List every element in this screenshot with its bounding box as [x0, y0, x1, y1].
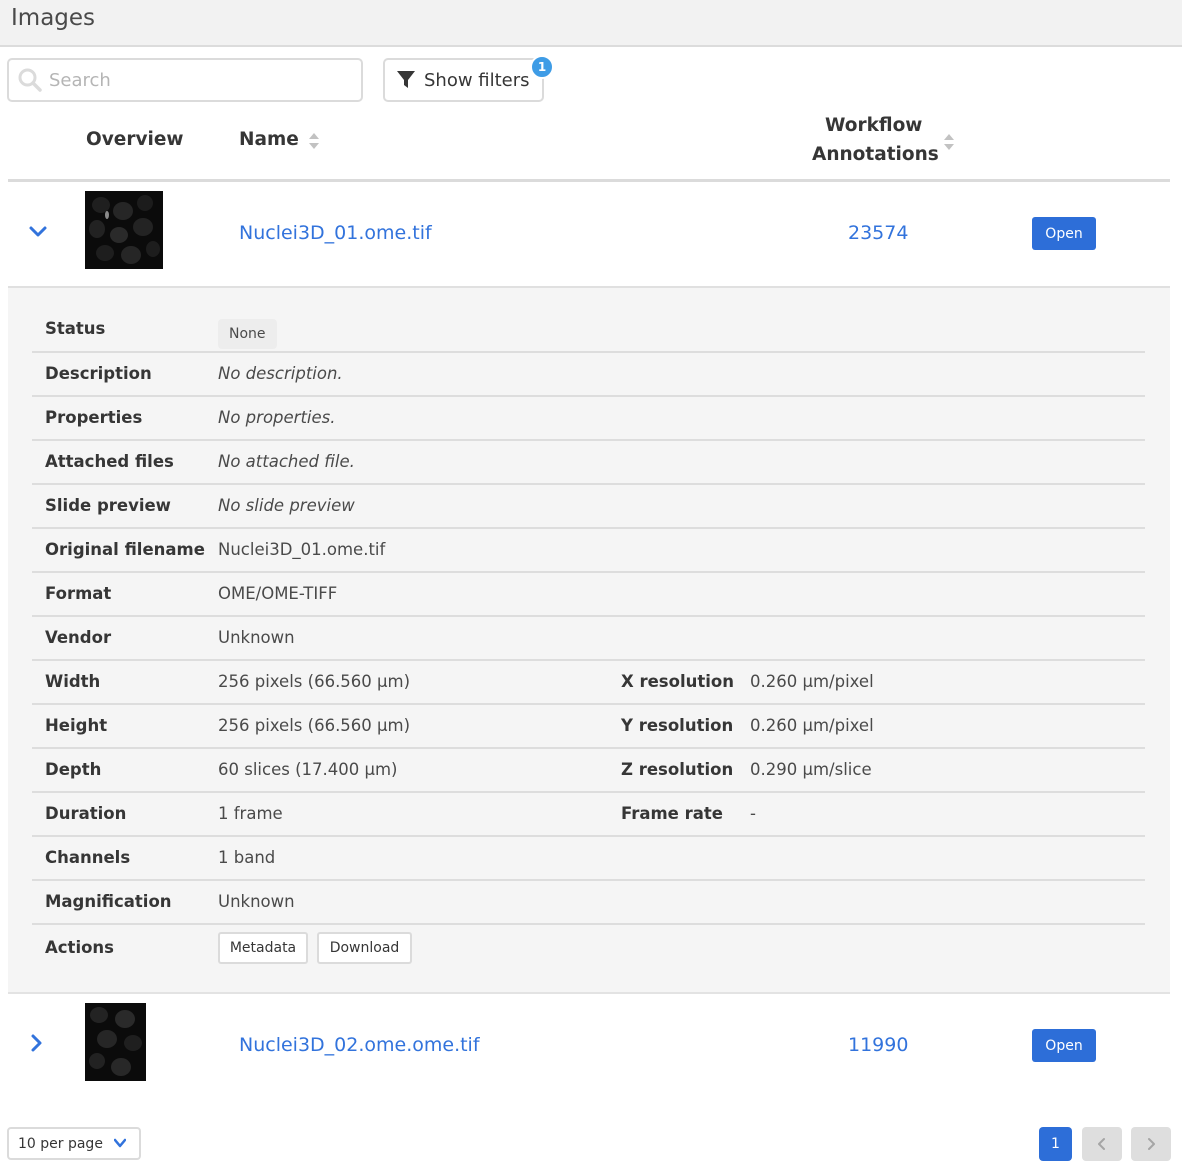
detail-label: Height — [45, 716, 108, 735]
image-name-link[interactable]: Nuclei3D_01.ome.tif — [239, 222, 432, 244]
detail-value: No slide preview — [218, 496, 355, 515]
filter-count-badge: 1 — [530, 55, 554, 79]
detail-label: Channels — [45, 848, 131, 867]
detail-value: 0.260 µm/pixel — [750, 716, 874, 735]
detail-value: - — [750, 804, 756, 823]
detail-label: Status — [45, 319, 106, 338]
detail-row-height: Height 256 pixels (66.560 µm) Y resoluti… — [32, 705, 1145, 749]
filter-icon — [397, 71, 415, 88]
search-input[interactable] — [49, 64, 349, 96]
detail-row-actions: Actions Metadata Download — [32, 925, 1145, 975]
detail-value: 256 pixels (66.560 µm) — [218, 716, 411, 735]
detail-value: Unknown — [218, 892, 295, 911]
annotations-count-link[interactable]: 23574 — [848, 222, 908, 244]
detail-label: Width — [45, 672, 101, 691]
table-header-divider — [8, 179, 1170, 182]
detail-label: Slide preview — [45, 496, 171, 515]
detail-label: Actions — [45, 938, 114, 957]
detail-label: Description — [45, 364, 152, 383]
detail-label: Magnification — [45, 892, 172, 911]
detail-row-attached-files: Attached files No attached file. — [32, 441, 1145, 485]
chevron-right-icon — [1148, 1138, 1155, 1150]
detail-label: Z resolution — [621, 760, 734, 779]
open-button[interactable]: Open — [1032, 1029, 1096, 1062]
detail-value: 1 frame — [218, 804, 283, 823]
detail-label: Frame rate — [621, 804, 723, 823]
annotations-count-link[interactable]: 11990 — [848, 1034, 908, 1056]
detail-row-description: Description No description. — [32, 353, 1145, 397]
chevron-down-icon[interactable] — [28, 222, 48, 242]
search-icon — [18, 68, 42, 92]
detail-label: Attached files — [45, 452, 174, 471]
detail-row-magnification: Magnification Unknown — [32, 881, 1145, 925]
column-header-annotations[interactable]: Annotations — [812, 144, 939, 165]
thumbnail-preview — [85, 191, 163, 269]
detail-row-depth: Depth 60 slices (17.400 µm) Z resolution… — [32, 749, 1145, 793]
detail-value: 60 slices (17.400 µm) — [218, 760, 398, 779]
image-thumbnail[interactable] — [85, 1003, 146, 1081]
detail-row-duration: Duration 1 frame Frame rate - — [32, 793, 1145, 837]
detail-row-status: Status None — [32, 308, 1145, 353]
show-filters-button[interactable]: Show filters 1 — [383, 55, 554, 102]
detail-label: Depth — [45, 760, 102, 779]
column-header-name[interactable]: Name — [239, 129, 299, 150]
column-header-workflow[interactable]: Workflow — [825, 115, 922, 136]
detail-label: Duration — [45, 804, 127, 823]
next-page-button[interactable] — [1131, 1127, 1171, 1161]
detail-value: OME/OME-TIFF — [218, 584, 338, 603]
detail-label: Properties — [45, 408, 143, 427]
detail-row-properties: Properties No properties. — [32, 397, 1145, 441]
detail-value: No description. — [218, 364, 343, 383]
image-details-panel: Status None Description No description. … — [8, 286, 1170, 994]
detail-value: 256 pixels (66.560 µm) — [218, 672, 411, 691]
previous-page-button[interactable] — [1082, 1127, 1122, 1161]
detail-row-width: Width 256 pixels (66.560 µm) X resolutio… — [32, 661, 1145, 705]
detail-row-slide-preview: Slide preview No slide preview — [32, 485, 1145, 529]
thumbnail-preview — [85, 1003, 146, 1081]
detail-value: Unknown — [218, 628, 295, 647]
detail-value: 0.290 µm/slice — [750, 760, 872, 779]
detail-label: Vendor — [45, 628, 112, 647]
per-page-select[interactable]: 10 per page — [7, 1127, 141, 1160]
metadata-button[interactable]: Metadata — [218, 932, 308, 964]
detail-value: 1 band — [218, 848, 276, 867]
image-name-link[interactable]: Nuclei3D_02.ome.ome.tif — [239, 1034, 480, 1056]
status-badge: None — [218, 319, 277, 349]
sort-icon[interactable] — [308, 132, 320, 150]
detail-label: Y resolution — [621, 716, 734, 735]
detail-label: X resolution — [621, 672, 734, 691]
page-button-current[interactable]: 1 — [1039, 1127, 1072, 1161]
detail-row-vendor: Vendor Unknown — [32, 617, 1145, 661]
caret-down-icon — [114, 1138, 126, 1148]
top-bar: Images — [0, 0, 1182, 47]
image-thumbnail[interactable] — [85, 191, 163, 269]
sort-icon[interactable] — [943, 133, 955, 151]
detail-row-channels: Channels 1 band — [32, 837, 1145, 881]
column-header-overview: Overview — [86, 129, 184, 150]
page-title: Images — [11, 5, 96, 31]
chevron-left-icon — [1098, 1138, 1105, 1150]
detail-value: 0.260 µm/pixel — [750, 672, 874, 691]
show-filters-label: Show filters — [424, 69, 530, 91]
detail-row-original-filename: Original filename Nuclei3D_01.ome.tif — [32, 529, 1145, 573]
detail-value: No properties. — [218, 408, 336, 427]
chevron-right-icon[interactable] — [27, 1033, 47, 1053]
download-button[interactable]: Download — [317, 932, 412, 964]
detail-label: Format — [45, 584, 112, 603]
detail-row-format: Format OME/OME-TIFF — [32, 573, 1145, 617]
per-page-value: 10 per page — [18, 1135, 103, 1152]
open-button[interactable]: Open — [1032, 217, 1096, 250]
detail-label: Original filename — [45, 540, 205, 559]
search-box[interactable] — [7, 58, 363, 102]
detail-value: Nuclei3D_01.ome.tif — [218, 540, 386, 559]
detail-value: No attached file. — [218, 452, 355, 471]
